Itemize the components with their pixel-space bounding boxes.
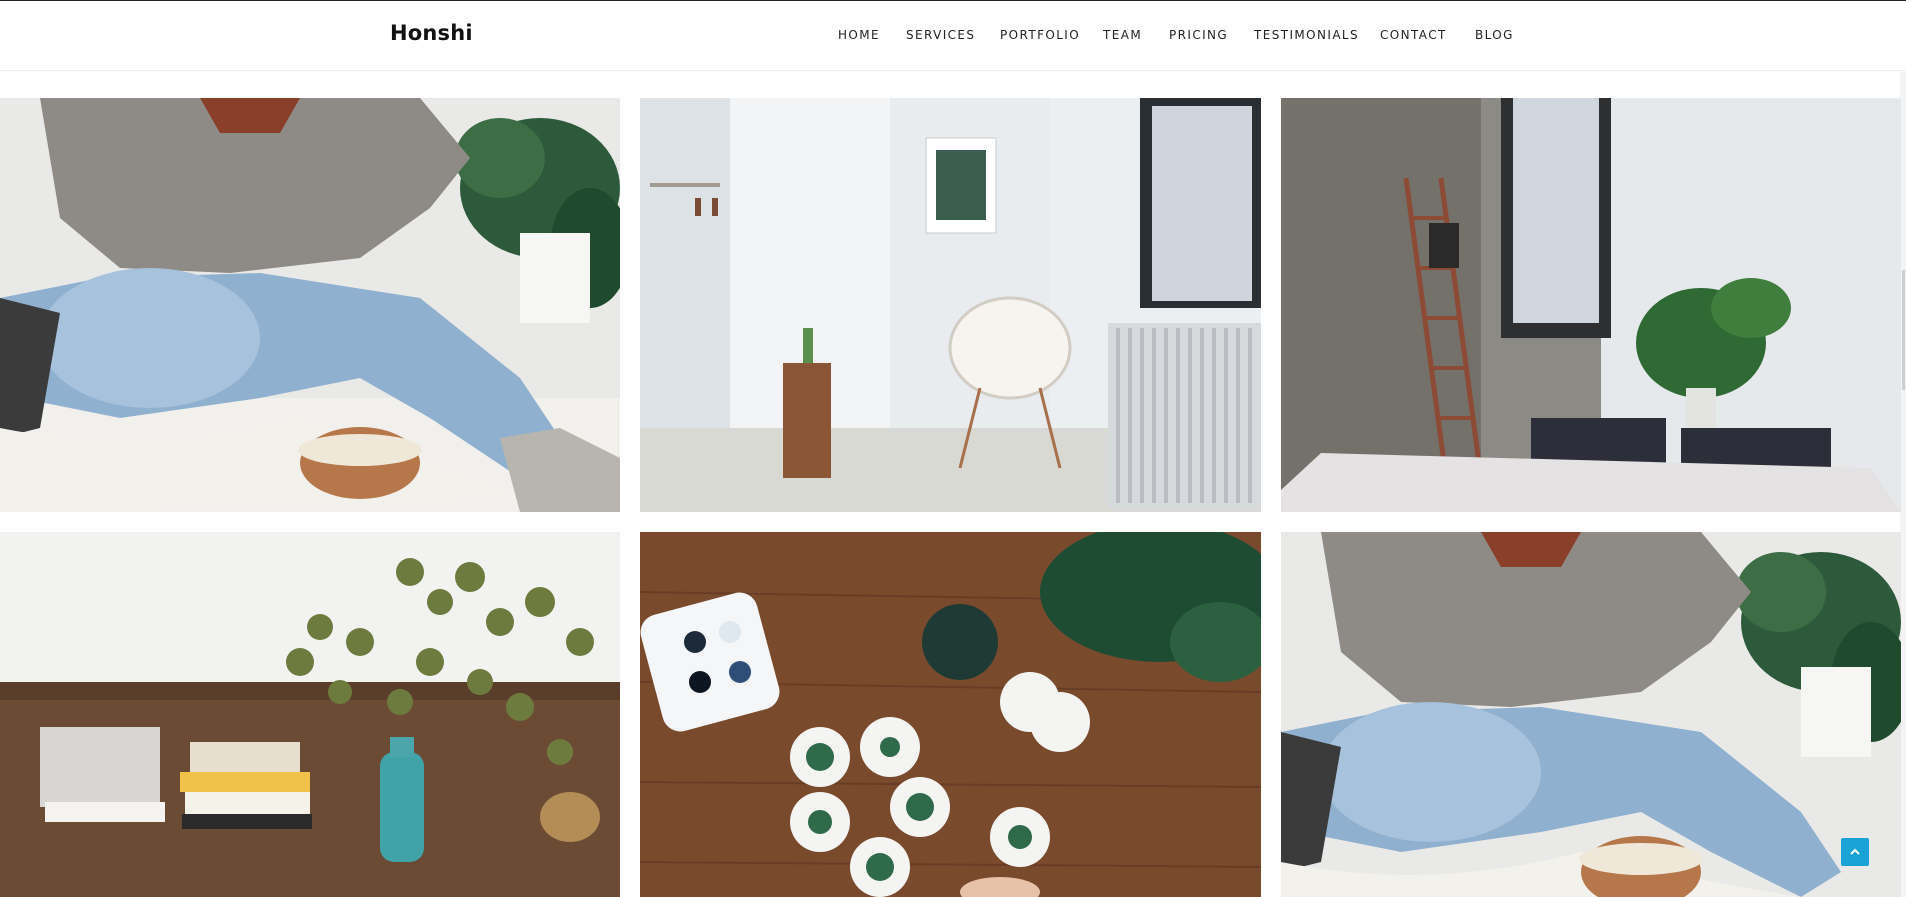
photo-table-books-eucalyptus xyxy=(0,532,620,897)
nav-home[interactable]: HOME xyxy=(838,28,880,42)
site-header: Honshi HOME SERVICES PORTFOLIO TEAM PRIC… xyxy=(0,1,1906,71)
nav-pricing[interactable]: PRICING xyxy=(1169,28,1228,42)
nav-services[interactable]: SERVICES xyxy=(906,28,975,42)
photo-woman-popcorn xyxy=(0,98,620,512)
gallery-item-wood-table-watercolor[interactable] xyxy=(640,532,1261,897)
scrollbar-thumb[interactable] xyxy=(1902,270,1905,390)
gallery-item-woman-popcorn[interactable] xyxy=(0,98,620,512)
photo-concrete-room-ladder xyxy=(1281,98,1901,512)
nav-portfolio[interactable]: PORTFOLIO xyxy=(1000,28,1080,42)
nav-blog[interactable]: BLOG xyxy=(1475,28,1514,42)
gallery-item-white-room-chair[interactable] xyxy=(640,98,1261,512)
chevron-up-icon xyxy=(1850,848,1860,855)
photo-white-room-chair xyxy=(640,98,1261,512)
photo-wood-table-watercolor xyxy=(640,532,1261,897)
gallery-item-table-books-eucalyptus[interactable] xyxy=(0,532,620,897)
gallery-item-concrete-room-ladder[interactable] xyxy=(1281,98,1901,512)
nav-team[interactable]: TEAM xyxy=(1103,28,1142,42)
back-to-top-button[interactable] xyxy=(1841,838,1869,866)
main-nav: HOME SERVICES PORTFOLIO TEAM PRICING TES… xyxy=(0,28,1906,48)
photo-woman-popcorn xyxy=(1281,532,1901,897)
nav-contact[interactable]: CONTACT xyxy=(1380,28,1447,42)
gallery-item-woman-popcorn-2[interactable] xyxy=(1281,532,1901,897)
nav-testimonials[interactable]: TESTIMONIALS xyxy=(1254,28,1359,42)
